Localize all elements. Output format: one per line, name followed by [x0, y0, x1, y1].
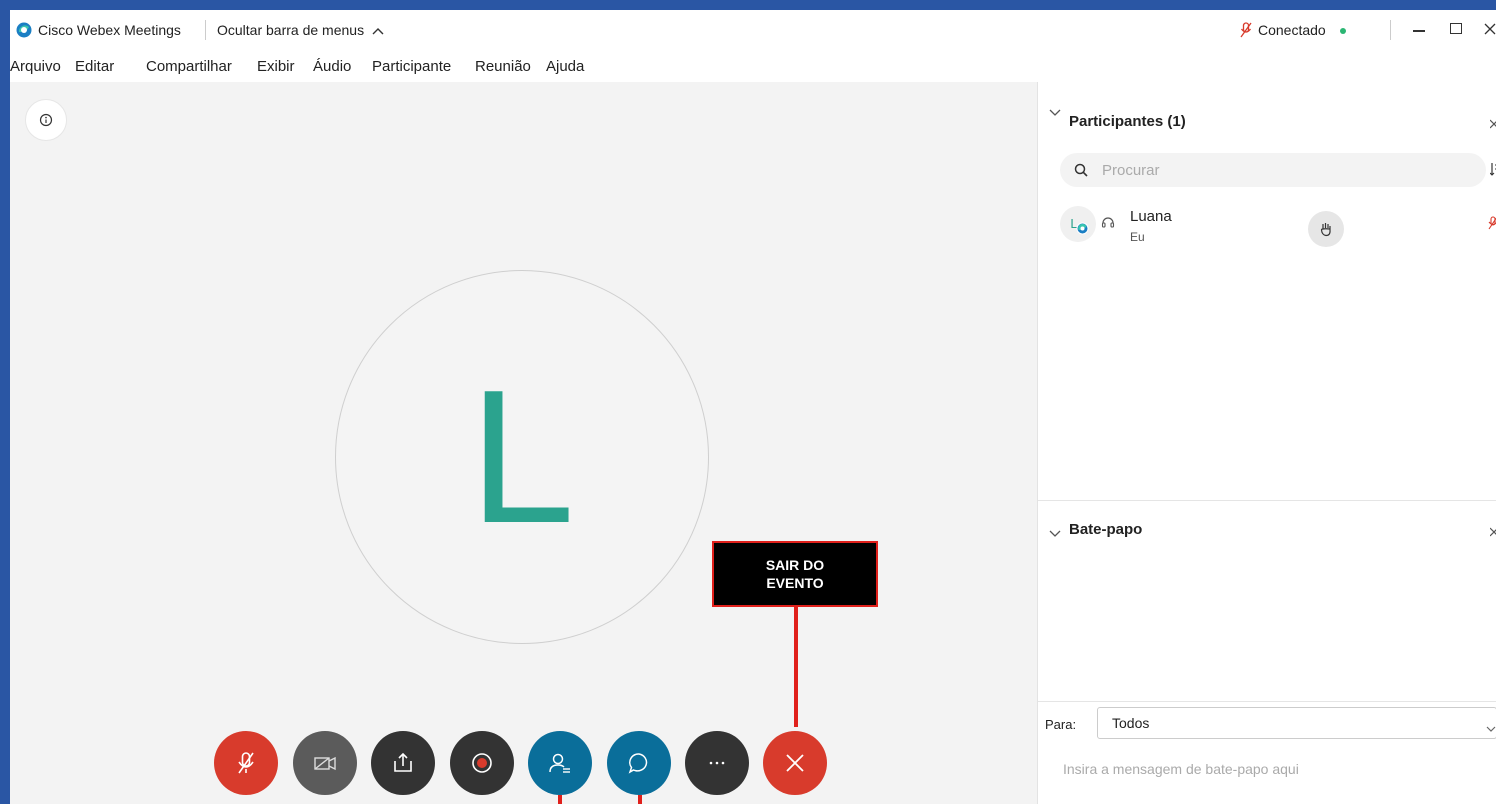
- window-divider: [1390, 20, 1391, 40]
- info-icon: [39, 113, 53, 127]
- record-icon: [472, 753, 492, 773]
- chat-title: Bate-papo: [1069, 521, 1143, 538]
- maximize-button[interactable]: [1450, 23, 1462, 34]
- share-icon: [394, 752, 412, 772]
- menu-compartilhar[interactable]: Compartilhar: [146, 58, 232, 75]
- menu-participante[interactable]: Participante: [372, 58, 451, 75]
- chat-message-input[interactable]: Insira a mensagem de bate-papo aqui: [1063, 761, 1299, 777]
- hide-menu-bar-button[interactable]: Ocultar barra de menus: [217, 22, 384, 38]
- title-divider: [205, 20, 206, 40]
- connection-status: Conectado: [1258, 22, 1326, 38]
- menu-reuniao[interactable]: Reunião: [475, 58, 531, 75]
- side-panel: Participantes (1) Procurar L Luana Eu Ba…: [1037, 82, 1496, 804]
- meeting-info-button[interactable]: [25, 99, 67, 141]
- mic-off-icon: [238, 752, 254, 774]
- menu-audio[interactable]: Áudio: [313, 58, 351, 75]
- menu-editar[interactable]: Editar: [75, 58, 114, 75]
- close-icon: [786, 754, 804, 772]
- chat-to-label: Para:: [1045, 717, 1077, 732]
- menu-ajuda[interactable]: Ajuda: [546, 58, 584, 75]
- chat-recipient-select[interactable]: Todos: [1097, 707, 1496, 739]
- share-button[interactable]: [371, 731, 435, 795]
- camera-off-icon: [314, 756, 336, 771]
- menu-bar: [10, 50, 1496, 82]
- webex-logo-icon: [16, 22, 32, 38]
- participant-search[interactable]: Procurar: [1060, 153, 1486, 187]
- participant-name: Luana: [1130, 208, 1172, 225]
- chevron-down-icon: [1049, 530, 1061, 537]
- annotation-label: SAIR DO EVENTO: [712, 541, 878, 607]
- annotation-line-participants: [558, 795, 562, 804]
- participant-role: Eu: [1130, 230, 1145, 244]
- minimize-button[interactable]: [1413, 30, 1425, 32]
- participants-close-button[interactable]: [1489, 116, 1496, 134]
- avatar-letter: L: [469, 351, 575, 563]
- chat-button[interactable]: [607, 731, 671, 795]
- participant-row[interactable]: L Luana Eu: [1038, 192, 1496, 247]
- mute-button[interactable]: [214, 731, 278, 795]
- chevron-up-icon: [372, 22, 384, 38]
- participant-avatar: L: [335, 270, 709, 644]
- chat-close-button[interactable]: [1489, 524, 1496, 542]
- annotation-line-2: EVENTO: [766, 575, 824, 591]
- leave-button[interactable]: [763, 731, 827, 795]
- status-dot-icon: [1340, 28, 1346, 34]
- panel-divider: [1038, 500, 1496, 501]
- more-button[interactable]: [685, 731, 749, 795]
- hide-menu-bar-label: Ocultar barra de menus: [217, 22, 365, 38]
- menu-exibir[interactable]: Exibir: [257, 58, 295, 75]
- record-button[interactable]: [450, 731, 514, 795]
- search-input[interactable]: Procurar: [1102, 162, 1160, 179]
- meeting-stage: L SAIR DO EVENTO: [10, 82, 1037, 804]
- webex-badge-icon: [1076, 222, 1089, 240]
- chat-recipient-value: Todos: [1112, 715, 1150, 731]
- annotation-line: [794, 607, 798, 727]
- participants-button[interactable]: [528, 731, 592, 795]
- annotation-line-1: SAIR DO: [765, 557, 825, 573]
- more-icon: [709, 761, 725, 765]
- participants-collapse-button[interactable]: [1049, 104, 1061, 122]
- connection-mic-off-icon: [1240, 22, 1252, 43]
- participants-title: Participantes (1): [1069, 113, 1186, 130]
- select-chevron-icon: [1486, 720, 1496, 738]
- title-bar: Cisco Webex Meetings Ocultar barra de me…: [10, 10, 1496, 50]
- close-window-button[interactable]: [1484, 22, 1496, 40]
- annotation-line-chat: [638, 795, 642, 804]
- participant-mic-off-icon[interactable]: [1488, 216, 1496, 235]
- chevron-down-icon: [1049, 109, 1061, 116]
- search-icon: [1074, 163, 1088, 182]
- sort-icon[interactable]: [1489, 162, 1496, 181]
- raise-hand-button[interactable]: [1308, 211, 1344, 247]
- app-title: Cisco Webex Meetings: [38, 22, 181, 38]
- hand-icon: [1320, 223, 1331, 237]
- headset-icon: [1101, 215, 1115, 234]
- chat-collapse-button[interactable]: [1049, 525, 1061, 543]
- chat-icon: [628, 753, 648, 774]
- chat-divider: [1038, 701, 1496, 702]
- webex-window: Cisco Webex Meetings Ocultar barra de me…: [10, 10, 1496, 804]
- menu-arquivo[interactable]: Arquivo: [10, 58, 61, 75]
- video-button[interactable]: [293, 731, 357, 795]
- participants-icon: [549, 753, 570, 773]
